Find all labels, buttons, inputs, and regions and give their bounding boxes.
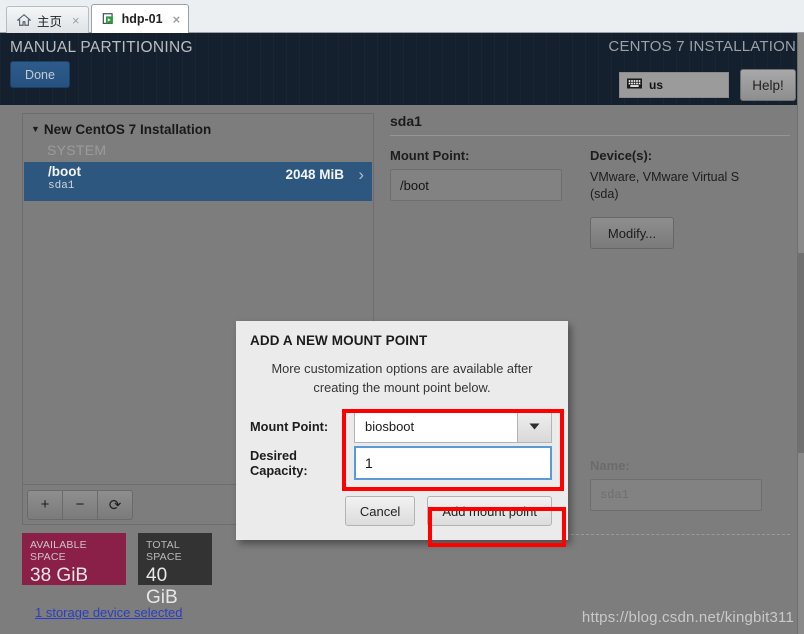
devices-value: VMware, VMware Virtual S (sda) <box>590 170 740 201</box>
product-name: CENTOS 7 INSTALLATION <box>608 38 796 55</box>
tree-group-system: SYSTEM <box>47 142 107 158</box>
browser-tab-strip: 主页 × hdp-01 × <box>0 0 804 33</box>
home-icon <box>16 13 32 27</box>
help-button[interactable]: Help! <box>740 69 796 101</box>
dialog-title: ADD A NEW MOUNT POINT <box>250 333 428 348</box>
dialog-capacity-input[interactable]: 1 <box>354 446 552 480</box>
dialog-mount-point-value: biosboot <box>365 418 415 434</box>
mount-point-label: Mount Point: <box>390 148 470 163</box>
name-field-label: Name: <box>590 458 630 473</box>
done-button[interactable]: Done <box>10 61 70 88</box>
dialog-form: Mount Point: biosboot Desired Capacity: … <box>250 409 554 480</box>
tab-home[interactable]: 主页 × <box>6 6 89 33</box>
mount-point-input[interactable]: /boot <box>390 169 562 201</box>
partition-row-boot[interactable]: /boot sda1 2048 MiB › <box>24 162 372 201</box>
chevron-right-icon[interactable]: › <box>358 165 364 185</box>
partition-size: 2048 MiB <box>285 167 344 182</box>
add-mount-point-button[interactable]: Add mount point <box>427 496 552 526</box>
devices-label: Device(s): <box>590 148 653 163</box>
cancel-button[interactable]: Cancel <box>344 496 416 526</box>
storage-device-link[interactable]: 1 storage device selected <box>35 605 182 620</box>
vm-icon <box>102 12 116 26</box>
dialog-actions: Cancel Add mount point <box>250 496 554 526</box>
storage-summary: AVAILABLE SPACE 38 GiB TOTAL SPACE 40 Gi… <box>22 533 212 608</box>
dialog-description: More customization options are available… <box>271 361 533 395</box>
total-space-label: TOTAL SPACE <box>146 539 182 563</box>
dialog-capacity-row: Desired Capacity: 1 <box>250 446 554 480</box>
device-details-column: sda1 Mount Point: /boot Device(s): VMwar… <box>390 113 790 535</box>
dialog-mount-point-row: Mount Point: biosboot <box>250 409 554 443</box>
chevron-down-icon[interactable]: ▼ <box>31 125 40 134</box>
page-title: MANUAL PARTITIONING <box>10 39 193 56</box>
title-divider <box>390 135 790 136</box>
remove-partition-button[interactable]: − <box>62 489 98 520</box>
tab-hdp-01[interactable]: hdp-01 × <box>90 4 190 33</box>
add-partition-button[interactable]: + <box>27 489 63 520</box>
total-space-value: 40 GiB <box>146 565 178 608</box>
add-mount-point-dialog: ADD A NEW MOUNT POINT More customization… <box>236 321 568 540</box>
chevron-down-icon[interactable] <box>517 410 551 442</box>
watermark-text: https://blog.csdn.net/kingbit311 <box>581 609 794 626</box>
window-scrollbar[interactable] <box>797 33 804 634</box>
modify-button[interactable]: Modify... <box>590 217 674 249</box>
partitioning-body: ▼ New CentOS 7 Installation SYSTEM /boot… <box>0 105 804 634</box>
dialog-mount-point-combobox[interactable]: biosboot <box>354 409 552 443</box>
dialog-capacity-label: Desired Capacity: <box>250 448 308 478</box>
keyboard-layout-label: us <box>649 78 664 92</box>
tab-hdp-01-close-icon[interactable]: × <box>173 13 181 26</box>
available-space-box: AVAILABLE SPACE 38 GiB <box>22 533 126 586</box>
tab-hdp-01-label: hdp-01 <box>121 12 163 26</box>
dialog-mount-point-label: Mount Point: <box>250 418 329 434</box>
available-space-label: AVAILABLE SPACE <box>30 539 87 563</box>
available-space-value: 38 GiB <box>30 565 89 586</box>
tab-home-close-icon[interactable]: × <box>72 14 80 27</box>
tab-home-label: 主页 <box>37 14 63 29</box>
name-input: sda1 <box>590 479 762 511</box>
refresh-partitions-button[interactable]: ⟳ <box>97 489 133 520</box>
scrollbar-thumb[interactable] <box>798 253 804 453</box>
keyboard-icon <box>627 78 642 92</box>
keyboard-layout-indicator[interactable]: us <box>619 72 729 98</box>
installer-header: MANUAL PARTITIONING CENTOS 7 INSTALLATIO… <box>0 33 804 105</box>
tree-root-label: New CentOS 7 Installation <box>43 122 212 137</box>
device-title: sda1 <box>390 113 422 129</box>
total-space-box: TOTAL SPACE 40 GiB <box>138 533 212 608</box>
tree-root-node[interactable]: ▼ New CentOS 7 Installation <box>23 114 373 139</box>
